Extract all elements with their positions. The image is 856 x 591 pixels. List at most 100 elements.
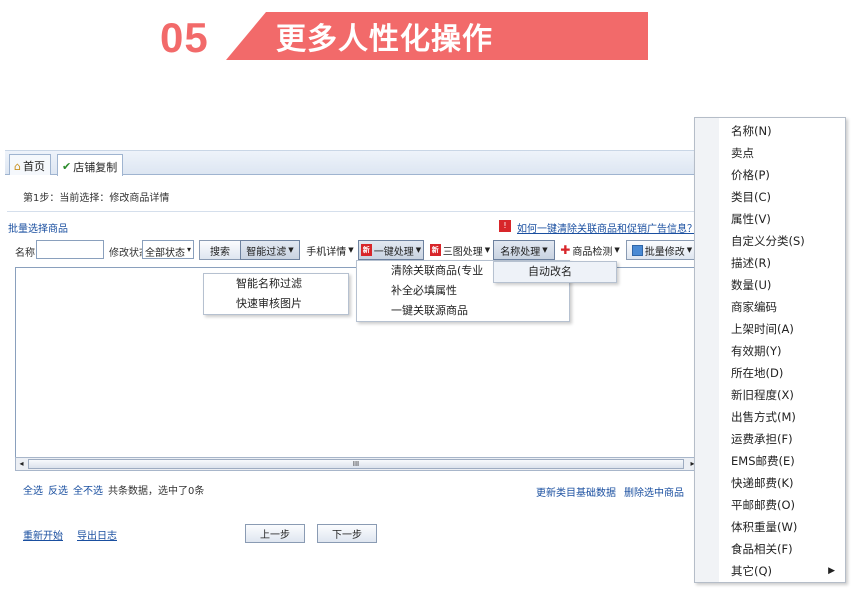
submenu-arrow-icon: ▶ (828, 566, 835, 576)
invert-selection-link[interactable]: 反选 (48, 482, 68, 497)
menu-item-label: 数量(U) (731, 278, 772, 292)
menu-item-field[interactable]: 商家编码 (695, 296, 845, 318)
tab-store-copy-label: 店铺复制 (73, 160, 118, 174)
smart-filter-label: 智能过滤 (246, 246, 287, 258)
next-step-button[interactable]: 下一步 (317, 524, 377, 543)
menu-item-label: 其它(Q) (731, 564, 773, 578)
footer-links: 重新开始 导出日志 (23, 527, 117, 542)
tab-home-label: 首页 (22, 160, 45, 173)
menu-item-label: EMS邮费(E) (731, 454, 795, 468)
one-key-button[interactable]: 新 一键处理 ▼ (358, 240, 424, 260)
menu-item-field[interactable]: 其它(Q) ▶ (695, 560, 845, 582)
menu-item-quick-image-review[interactable]: 快速审核图片 (204, 294, 348, 314)
menu-item-field[interactable]: 数量(U) (695, 274, 845, 296)
smart-filter-menu: 智能名称过滤 快速审核图片 (203, 273, 349, 315)
new-badge-icon: 新 (429, 244, 441, 256)
menu-item-field[interactable]: 上架时间(A) (695, 318, 845, 340)
menu-item-label: 平邮邮费(O) (731, 498, 796, 512)
menu-item-label: 自定义分类(S) (731, 234, 805, 248)
menu-item-field[interactable]: 快递邮费(K) (695, 472, 845, 494)
restart-link[interactable]: 重新开始 (23, 527, 63, 542)
menu-item-label: 描述(R) (731, 256, 771, 270)
search-button[interactable]: 搜索 (199, 240, 241, 260)
menu-item-label: 体积重量(W) (731, 520, 798, 534)
menu-item-field[interactable]: 所在地(D) (695, 362, 845, 384)
smart-filter-button[interactable]: 智能过滤 ▼ (240, 240, 300, 260)
menu-item-field[interactable]: 类目(C) (695, 186, 845, 208)
chevron-down-icon: ▼ (415, 246, 422, 254)
menu-item-field[interactable]: 卖点 (695, 142, 845, 164)
mobile-detail-label: 手机详情 (306, 246, 347, 258)
three-image-button[interactable]: 新 三图处理 ▼ (427, 240, 493, 260)
app-window: ⌂ 首页 ✔ 店铺复制 第1步：当前选择：修改商品详情 批量选择商品 ! 如何一… (5, 150, 700, 565)
prev-step-button[interactable]: 上一步 (245, 524, 305, 543)
status-select[interactable]: 全部状态 ▾ (142, 240, 194, 259)
menu-item-label: 新旧程度(X) (731, 388, 794, 402)
name-label: 名称 (15, 248, 35, 259)
home-icon: ⌂ (14, 159, 21, 173)
help-link[interactable]: 如何一键清除关联商品和促销广告信息？ (517, 220, 699, 235)
step-text: 第1步：当前选择：修改商品详情 (23, 193, 170, 204)
tab-home[interactable]: ⌂ 首页 (9, 154, 51, 175)
banner-number: 05 (160, 14, 209, 61)
name-process-button[interactable]: 名称处理 ▼ (493, 240, 555, 260)
check-icon: ✔ (62, 160, 72, 173)
chevron-down-icon: ▼ (686, 246, 693, 254)
scroll-left-icon[interactable]: ◂ (16, 458, 27, 470)
menu-item-link-source[interactable]: 一键关联源商品 (357, 301, 569, 321)
chevron-down-icon: ▼ (484, 246, 491, 254)
scroll-thumb[interactable]: III (28, 459, 684, 469)
select-none-link[interactable]: 全不选 (73, 482, 103, 497)
menu-item-label: 有效期(Y) (731, 344, 782, 358)
menu-item-field[interactable]: 平邮邮费(O) (695, 494, 845, 516)
batch-modify-label: 批量修改 (644, 246, 685, 258)
menu-item-label: 类目(C) (731, 190, 772, 204)
menu-item-field[interactable]: 价格(P) (695, 164, 845, 186)
select-hint-link[interactable]: 批量选择商品 (8, 220, 68, 235)
menu-item-fill-required[interactable]: 补全必填属性 (357, 281, 569, 301)
menu-item-label: 价格(P) (731, 168, 770, 182)
batch-field-menu: 名称(N) 卖点价格(P) 类目(C) 属性(V) 自定义分类(S) 描述(R) 数量(U)… (694, 117, 846, 583)
divider (7, 211, 697, 212)
menu-item-auto-rename[interactable]: 自动改名 (494, 262, 616, 282)
menu-item-field[interactable]: 食品相关(F) (695, 538, 845, 560)
menu-item-label: 属性(V) (731, 212, 771, 226)
one-key-label: 一键处理 (373, 246, 414, 258)
menu-item-field[interactable]: 新旧程度(X) (695, 384, 845, 406)
name-input[interactable] (36, 240, 104, 259)
plus-cross-icon: ✚ (560, 243, 571, 257)
batch-modify-button[interactable]: 批量修改 ▼ (626, 240, 698, 260)
chevron-down-icon: ▾ (186, 245, 191, 254)
menu-item-label: 商家编码 (731, 300, 777, 314)
menu-item-label: 所在地(D) (731, 366, 784, 380)
menu-item-label: 名称(N) (731, 124, 772, 138)
menu-item-field[interactable]: EMS邮费(E) (695, 450, 845, 472)
selection-status: 共条数据，选中了0条 (108, 486, 205, 497)
info-icon: ! (499, 220, 511, 232)
delete-selected-link[interactable]: 删除选中商品 (624, 484, 684, 499)
product-check-button[interactable]: ✚ 商品检测 ▼ (556, 240, 624, 260)
three-image-label: 三图处理 (442, 246, 483, 258)
menu-item-label: 上架时间(A) (731, 322, 794, 336)
tab-store-copy[interactable]: ✔ 店铺复制 (57, 154, 124, 176)
menu-item-field[interactable]: 有效期(Y) (695, 340, 845, 362)
selection-links: 全选 反选 全不选 共条数据，选中了0条 (23, 482, 204, 497)
select-all-link[interactable]: 全选 (23, 482, 43, 497)
batch-edit-icon (631, 244, 643, 256)
menu-item-smart-name-filter[interactable]: 智能名称过滤 (204, 274, 348, 294)
name-process-label: 名称处理 (500, 246, 541, 258)
menu-item-field[interactable]: 属性(V) (695, 208, 845, 230)
product-check-label: 商品检测 (572, 246, 613, 258)
menu-item-field[interactable]: 出售方式(M) (695, 406, 845, 428)
chevron-down-icon: ▼ (288, 246, 294, 254)
action-links: 更新类目基础数据 删除选中商品 (536, 484, 684, 499)
update-category-link[interactable]: 更新类目基础数据 (536, 484, 616, 499)
mobile-detail-button[interactable]: 手机详情 ▼ (302, 240, 358, 260)
horizontal-scrollbar[interactable]: ◂ III ▸ (15, 457, 699, 471)
menu-item-field[interactable]: 自定义分类(S) (695, 230, 845, 252)
export-log-link[interactable]: 导出日志 (77, 527, 117, 542)
menu-item-field[interactable]: 名称(N) (695, 120, 845, 142)
menu-item-field[interactable]: 描述(R) (695, 252, 845, 274)
menu-item-field[interactable]: 体积重量(W) (695, 516, 845, 538)
menu-item-field[interactable]: 运费承担(F) (695, 428, 845, 450)
